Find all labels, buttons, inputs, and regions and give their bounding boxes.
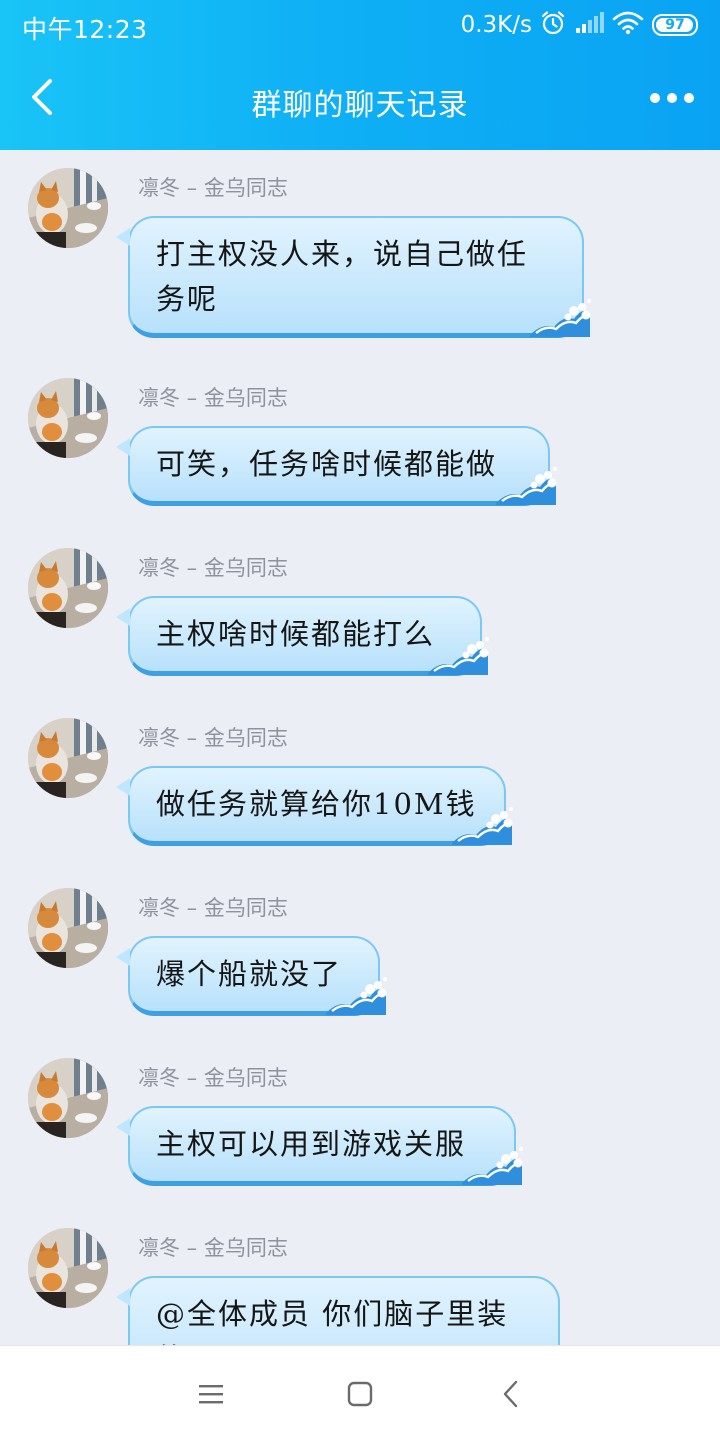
system-back-button[interactable] bbox=[488, 1371, 534, 1417]
battery-level: 97 bbox=[665, 17, 685, 33]
battery-icon: 97 bbox=[652, 14, 698, 36]
message-bubble[interactable]: 做任务就算给你10M钱 bbox=[116, 766, 513, 846]
avatar[interactable] bbox=[28, 168, 108, 248]
status-time: 中午12:23 bbox=[22, 15, 148, 44]
avatar[interactable] bbox=[28, 1228, 108, 1308]
title-bar: 群聊的聊天记录 bbox=[0, 50, 720, 150]
more-dots-icon bbox=[650, 93, 694, 103]
more-button[interactable] bbox=[646, 75, 698, 121]
message-item: 凛冬 – 金乌同志 @全体成员 你们脑子里装的是 bbox=[0, 1210, 720, 1345]
sender-name: 凛冬 – 金乌同志 bbox=[138, 896, 288, 920]
message-text: 主权可以用到游戏关服 bbox=[156, 1127, 467, 1161]
wave-decoration-icon bbox=[428, 637, 489, 675]
bubble-tail bbox=[116, 1118, 130, 1136]
message-bubble[interactable]: 爆个船就没了 bbox=[116, 936, 387, 1016]
message-item: 凛冬 – 金乌同志 可笑，任务啥时候都能做 bbox=[0, 360, 720, 520]
message-bubble[interactable]: 主权可以用到游戏关服 bbox=[116, 1106, 523, 1186]
sender-name: 凛冬 – 金乌同志 bbox=[138, 556, 288, 580]
message-text: 打主权没人来，说自己做任务呢 bbox=[156, 237, 529, 316]
back-triangle-icon bbox=[503, 1380, 518, 1408]
status-bar: 中午12:23 0.3K/s 97 bbox=[0, 0, 720, 50]
cat-photo-avatar-icon bbox=[28, 718, 108, 798]
message-bubble[interactable]: 打主权没人来，说自己做任务呢 bbox=[116, 216, 591, 338]
bubble-tail bbox=[116, 608, 130, 626]
home-button[interactable] bbox=[337, 1371, 383, 1417]
sender-name: 凛冬 – 金乌同志 bbox=[138, 386, 288, 410]
cat-photo-avatar-icon bbox=[28, 1228, 108, 1308]
wave-decoration-icon bbox=[452, 807, 513, 845]
sender-name: 凛冬 – 金乌同志 bbox=[138, 176, 288, 200]
cat-photo-avatar-icon bbox=[28, 168, 108, 248]
wave-decoration-icon bbox=[326, 977, 387, 1015]
page-title: 群聊的聊天记录 bbox=[251, 88, 469, 123]
sender-name: 凛冬 – 金乌同志 bbox=[138, 726, 288, 750]
message-text: 做任务就算给你10M钱 bbox=[156, 787, 477, 821]
bubble-tail bbox=[116, 1288, 130, 1306]
avatar[interactable] bbox=[28, 548, 108, 628]
cat-photo-avatar-icon bbox=[28, 888, 108, 968]
alarm-icon bbox=[540, 10, 566, 40]
message-item: 凛冬 – 金乌同志 做任务就算给你10M钱 bbox=[0, 700, 720, 860]
message-text: 爆个船就没了 bbox=[156, 957, 343, 991]
bubble-tail bbox=[116, 438, 130, 456]
message-text: 可笑，任务啥时候都能做 bbox=[156, 447, 498, 481]
bubble-tail bbox=[116, 948, 130, 966]
signal-icon bbox=[574, 11, 604, 39]
message-item: 凛冬 – 金乌同志 打主权没人来，说自己做任务呢 bbox=[0, 150, 720, 338]
avatar[interactable] bbox=[28, 888, 108, 968]
status-indicators: 0.3K/s 97 bbox=[461, 8, 698, 42]
message-item: 凛冬 – 金乌同志 主权可以用到游戏关服 bbox=[0, 1040, 720, 1200]
bubble-tail bbox=[116, 778, 130, 796]
avatar[interactable] bbox=[28, 718, 108, 798]
sender-name: 凛冬 – 金乌同志 bbox=[138, 1236, 288, 1260]
wave-decoration-icon bbox=[496, 467, 557, 505]
cat-photo-avatar-icon bbox=[28, 378, 108, 458]
avatar[interactable] bbox=[28, 378, 108, 458]
message-bubble[interactable]: 可笑，任务啥时候都能做 bbox=[116, 426, 557, 506]
message-bubble[interactable]: 主权啥时候都能打么 bbox=[116, 596, 489, 676]
message-text: @全体成员 你们脑子里装的是 bbox=[156, 1297, 509, 1345]
home-square-icon bbox=[347, 1381, 373, 1407]
avatar[interactable] bbox=[28, 1058, 108, 1138]
message-item: 凛冬 – 金乌同志 主权啥时候都能打么 bbox=[0, 530, 720, 690]
chat-history-screen: 中午12:23 0.3K/s 97 群聊的聊天记录 凛冬 – 金乌同志 打主权没… bbox=[0, 0, 720, 1440]
bubble-tail bbox=[116, 228, 130, 246]
menu-button[interactable] bbox=[188, 1371, 234, 1417]
message-bubble[interactable]: @全体成员 你们脑子里装的是 bbox=[116, 1276, 560, 1345]
message-text: 主权啥时候都能打么 bbox=[156, 617, 436, 651]
cat-photo-avatar-icon bbox=[28, 1058, 108, 1138]
message-item: 凛冬 – 金乌同志 爆个船就没了 bbox=[0, 870, 720, 1030]
cat-photo-avatar-icon bbox=[28, 548, 108, 628]
network-speed: 0.3K/s bbox=[460, 12, 532, 38]
menu-icon bbox=[199, 1385, 223, 1404]
wave-decoration-icon bbox=[462, 1147, 523, 1185]
wifi-icon bbox=[612, 11, 644, 39]
system-nav-bar bbox=[0, 1345, 720, 1440]
sender-name: 凛冬 – 金乌同志 bbox=[138, 1066, 288, 1090]
message-list[interactable]: 凛冬 – 金乌同志 打主权没人来，说自己做任务呢 凛冬 – 金乌同志 可笑，任务… bbox=[0, 150, 720, 1345]
wave-decoration-icon bbox=[530, 299, 591, 337]
header: 中午12:23 0.3K/s 97 群聊的聊天记录 bbox=[0, 0, 720, 150]
